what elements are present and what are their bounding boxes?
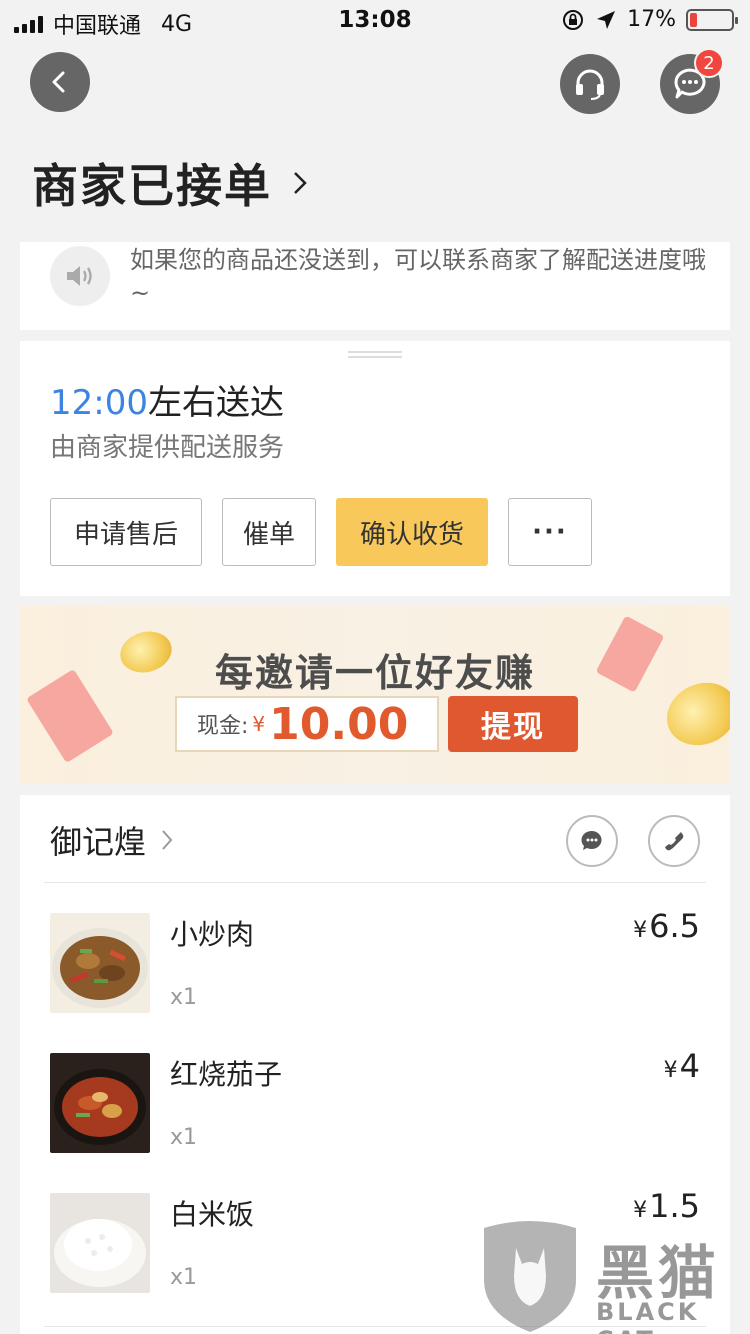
order-item: 小炒肉 x1 ¥6.5	[50, 907, 700, 1013]
item-price: ¥4	[664, 1047, 700, 1085]
cash-currency: ¥	[252, 712, 266, 736]
after-sales-button[interactable]: 申请售后	[50, 498, 202, 566]
battery-icon	[686, 8, 738, 31]
black-cat-watermark: 黑猫 BLACK CAT	[478, 1218, 750, 1334]
cash-amount: 10.00	[269, 698, 409, 750]
location-arrow-icon	[597, 10, 616, 29]
banner-title: 每邀请一位好友赚	[214, 651, 535, 695]
status-bar: 中国联通 4G 13:08 17%	[0, 0, 750, 42]
order-status-label: 商家已接单	[32, 159, 272, 213]
message-badge: 2	[694, 48, 724, 78]
delivery-card: 12:00左右送达 由商家提供配送服务 申请售后 催单 确认收货 ···	[20, 341, 730, 596]
headset-icon	[576, 69, 604, 100]
eta-suffix: 左右送达	[147, 383, 284, 423]
confirm-receipt-button[interactable]: 确认收货	[336, 498, 488, 566]
battery-percent: 17%	[627, 7, 676, 32]
withdraw-button[interactable]: 提现	[448, 696, 578, 752]
food-photo	[50, 913, 150, 1013]
chevron-right-icon	[162, 830, 173, 850]
item-name: 红烧茄子	[170, 1058, 283, 1091]
message-button[interactable]: 2	[660, 48, 724, 114]
phone-icon	[665, 832, 684, 851]
order-item: 红烧茄子 x1 ¥4	[50, 1047, 700, 1153]
item-currency: ¥	[633, 918, 648, 943]
more-button[interactable]: ···	[508, 498, 592, 566]
rotation-lock-icon	[563, 9, 584, 30]
item-qty: x1	[170, 1125, 198, 1150]
urge-order-button[interactable]: 催单	[222, 498, 316, 566]
item-name: 小炒肉	[170, 918, 255, 951]
food-photo	[50, 1053, 150, 1153]
back-button[interactable]	[30, 52, 90, 112]
item-price-value: 4	[679, 1047, 700, 1085]
eta-time: 12:00	[50, 383, 148, 423]
item-qty: x1	[170, 1265, 198, 1290]
item-name: 白米饭	[170, 1198, 255, 1231]
chat-shop-button[interactable]	[566, 815, 618, 867]
cat-shield-logo	[484, 1221, 576, 1332]
cash-label: 现金:	[197, 714, 249, 739]
divider	[44, 882, 706, 883]
customer-service-button[interactable]	[560, 54, 620, 114]
battery-level	[690, 12, 697, 27]
speaker-icon	[50, 246, 110, 306]
chevron-left-icon	[52, 71, 65, 93]
invite-banner[interactable]: 每邀请一位好友赚 现金: ¥ 10.00 提现	[20, 606, 730, 784]
order-actions: 申请售后 催单 确认收货 ···	[50, 498, 592, 566]
drag-handle[interactable]	[348, 351, 402, 358]
item-qty: x1	[170, 985, 198, 1010]
item-price-value: 6.5	[649, 907, 700, 945]
chevron-right-icon	[294, 172, 307, 194]
notice-card: 如果您的商品还没送到，可以联系商家了解配送进度哦~	[20, 242, 730, 330]
delivery-provider: 由商家提供配送服务	[50, 433, 285, 463]
chat-dots-icon	[581, 830, 602, 850]
eta-line: 12:00左右送达	[50, 375, 284, 424]
item-price: ¥6.5	[633, 907, 700, 945]
order-status-title[interactable]: 商家已接单	[32, 150, 310, 216]
shop-name-link[interactable]: 御记煌	[50, 817, 174, 863]
cash-amount-box: 现金: ¥ 10.00	[175, 696, 439, 752]
call-shop-button[interactable]	[648, 815, 700, 867]
watermark-subtext: BLACK CAT	[596, 1298, 700, 1334]
status-right: 17%	[561, 7, 738, 32]
food-photo	[50, 1193, 150, 1293]
shop-name: 御记煌	[50, 823, 147, 861]
item-currency: ¥	[663, 1058, 678, 1083]
notice-text: 如果您的商品还没送到，可以联系商家了解配送进度哦~	[130, 246, 706, 307]
